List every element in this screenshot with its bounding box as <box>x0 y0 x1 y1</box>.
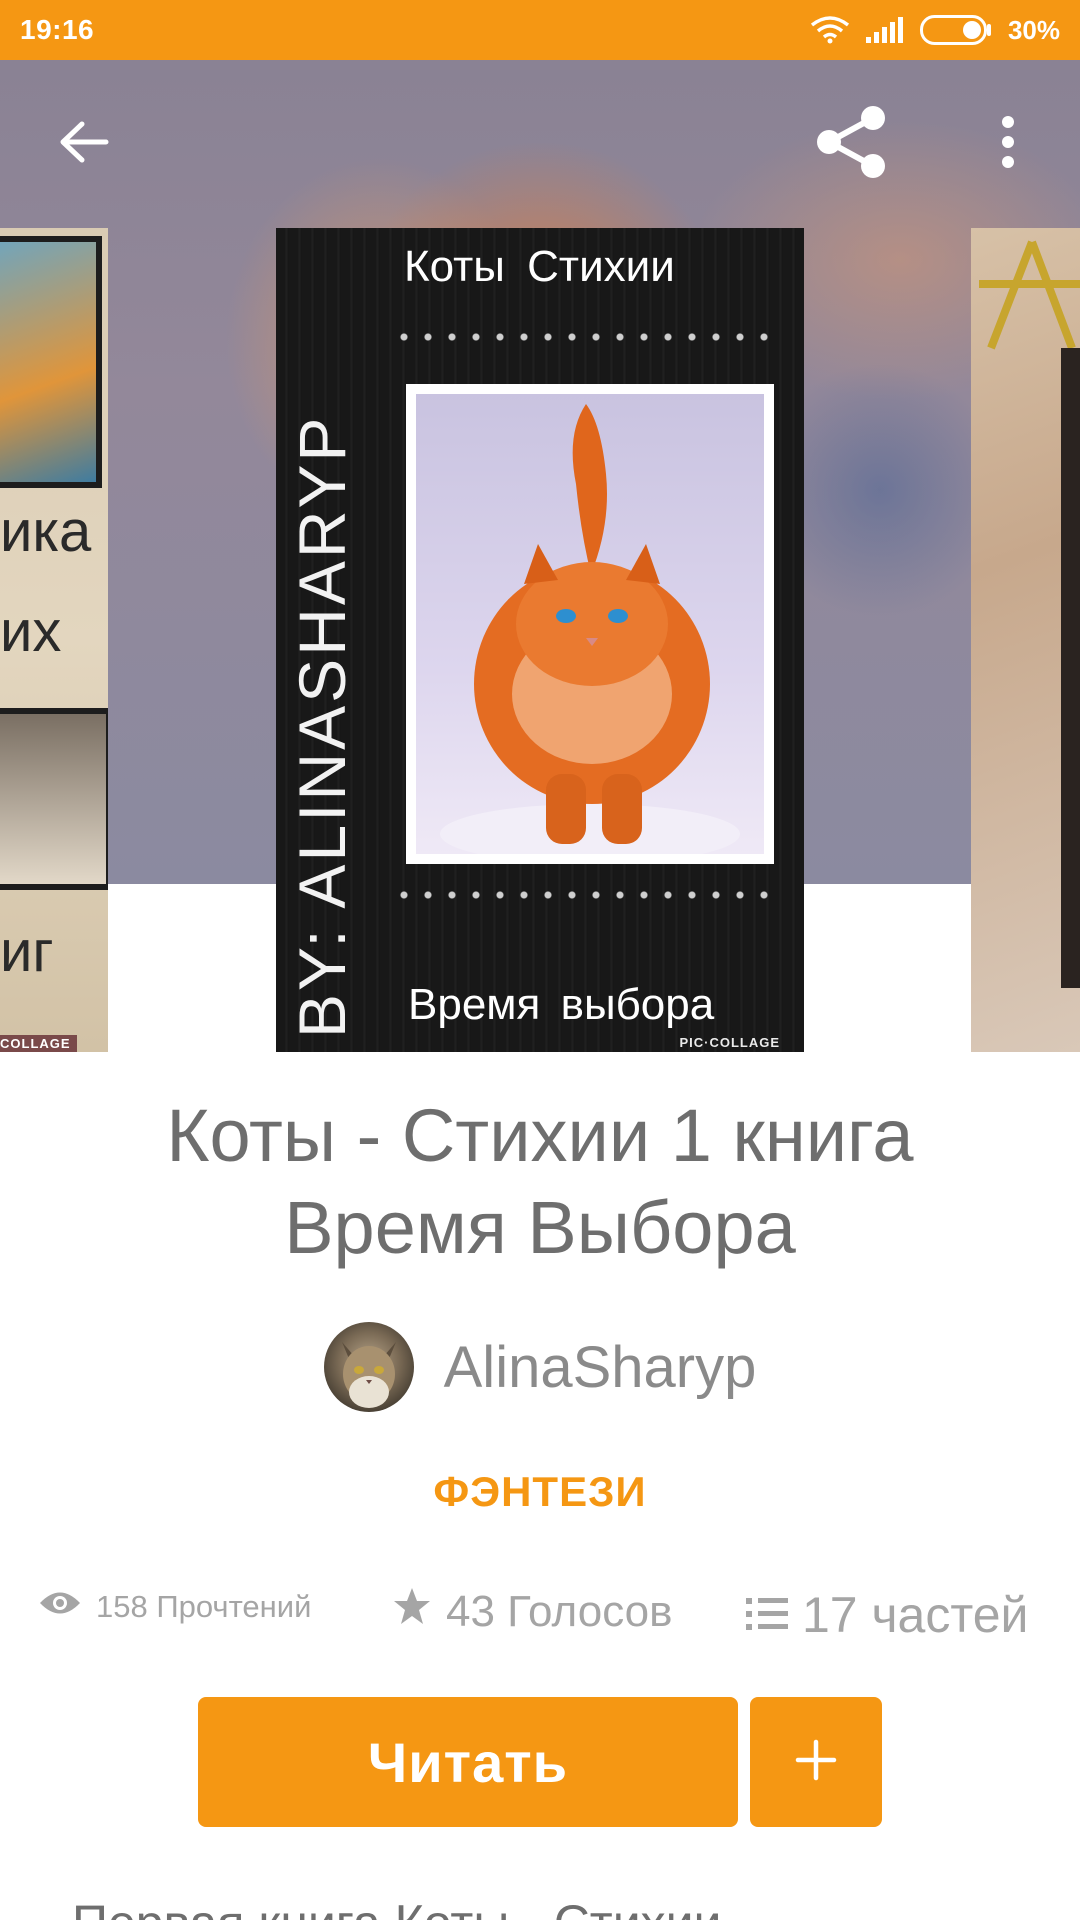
action-buttons: Читать <box>198 1697 882 1827</box>
cover-text: иг <box>0 919 54 984</box>
cover-subtitle: Время выбора <box>408 980 715 1029</box>
list-icon <box>746 1586 788 1644</box>
star-icon <box>392 1586 432 1637</box>
cat-photo <box>416 394 764 854</box>
cover-text: их <box>0 599 62 664</box>
plus-icon <box>794 1738 838 1787</box>
cover-divider <box>392 890 782 900</box>
book-description: Первая книга Коты - Стихии <box>72 1888 1032 1920</box>
book-title-line: Коты - Стихии 1 книга <box>166 1094 914 1177</box>
author-name[interactable]: AlinaSharyp <box>444 1334 757 1401</box>
reads-count: 158 Прочтений <box>96 1589 312 1624</box>
author-row[interactable]: AlinaSharyp <box>0 1320 1080 1414</box>
parts-stat: 17 частей <box>746 1586 1028 1644</box>
cover-photo-frame <box>406 384 774 864</box>
add-to-library-button[interactable] <box>750 1697 882 1827</box>
next-book-cover[interactable] <box>971 228 1080 1052</box>
status-bar: 19:16 30% <box>0 0 1080 60</box>
eye-icon <box>38 1588 82 1626</box>
signal-icon <box>865 17 904 43</box>
cover-divider <box>392 332 782 342</box>
cover-image <box>0 708 108 890</box>
cover-title: Коты Стихии <box>404 242 675 291</box>
votes-stat: 43 Голосов <box>392 1586 673 1637</box>
arrow-left-icon <box>58 120 110 169</box>
wifi-icon <box>810 16 850 44</box>
cover-credit: PIC·COLLAGE <box>679 1035 780 1050</box>
book-cover[interactable]: BY: ALINASHARYP Коты Стихии Время выбора… <box>276 228 804 1052</box>
reads-stat: 158 Прочтений <box>38 1588 311 1626</box>
book-title: Коты - Стихии 1 книга Время Выбора <box>60 1090 1020 1274</box>
cover-frame-edge <box>1061 348 1080 988</box>
more-vertical-icon <box>1000 115 1016 173</box>
avatar[interactable] <box>323 1322 414 1412</box>
cover-author-vertical: BY: ALINASHARYP <box>285 414 359 1038</box>
genre-link[interactable]: ФЭНТЕЗИ <box>0 1468 1080 1516</box>
cover-credit: COLLAGE <box>0 1035 77 1052</box>
status-icons: 30% <box>810 15 1060 46</box>
book-title-line: Время Выбора <box>284 1186 796 1269</box>
parts-count: 17 частей <box>802 1587 1029 1643</box>
top-app-bar <box>0 60 1080 228</box>
more-options-button[interactable] <box>968 104 1048 184</box>
back-button[interactable] <box>44 104 124 184</box>
read-button[interactable]: Читать <box>198 1697 738 1827</box>
previous-book-cover[interactable]: ика их иг COLLAGE <box>0 228 108 1052</box>
share-button[interactable] <box>811 104 891 184</box>
battery-icon <box>919 15 992 45</box>
status-time: 19:16 <box>20 14 95 45</box>
battery-percent: 30% <box>1007 14 1060 45</box>
book-stats: 158 Прочтений 43 Голосов 17 частей <box>0 1580 1080 1650</box>
votes-count: 43 Голосов <box>446 1586 673 1636</box>
cover-text: ика <box>0 499 92 564</box>
cover-image <box>0 236 102 488</box>
share-icon <box>813 104 889 185</box>
